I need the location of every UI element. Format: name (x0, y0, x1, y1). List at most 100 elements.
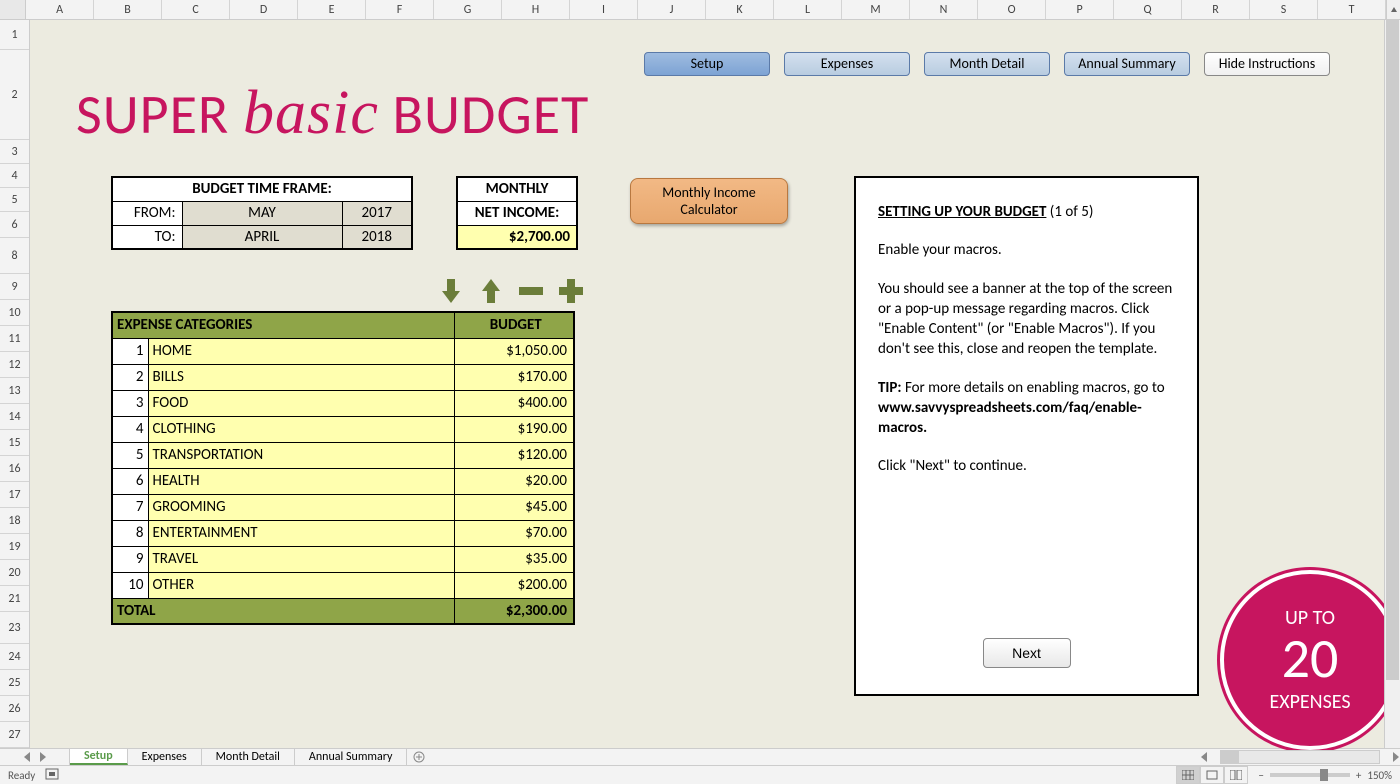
sheet-tab-expenses[interactable]: Expenses (128, 749, 202, 765)
row-header-13[interactable]: 13 (0, 378, 29, 404)
move-down-icon[interactable] (438, 278, 464, 304)
column-header-D[interactable]: D (230, 0, 298, 19)
row-header-1[interactable]: 1 (0, 20, 29, 50)
scroll-up-arrow[interactable] (1386, 0, 1400, 19)
row-header-3[interactable]: 3 (0, 140, 29, 164)
row-header-18[interactable]: 18 (0, 508, 29, 534)
sheet-tab-annual-summary[interactable]: Annual Summary (295, 749, 407, 765)
row-header-23[interactable]: 23 (0, 612, 29, 644)
row-header-15[interactable]: 15 (0, 430, 29, 456)
horizontal-scrollbar[interactable] (1200, 749, 1400, 765)
column-header-K[interactable]: K (706, 0, 774, 19)
row-header-26[interactable]: 26 (0, 696, 29, 722)
column-header-C[interactable]: C (162, 0, 230, 19)
zoom-slider[interactable] (1270, 773, 1350, 777)
column-header-E[interactable]: E (298, 0, 366, 19)
zoom-out-icon[interactable]: − (1258, 769, 1263, 782)
row-header-4[interactable]: 4 (0, 164, 29, 188)
expenses-nav-button[interactable]: Expenses (784, 52, 910, 76)
column-header-N[interactable]: N (910, 0, 978, 19)
column-header-J[interactable]: J (638, 0, 706, 19)
move-up-icon[interactable] (478, 278, 504, 304)
row-header-25[interactable]: 25 (0, 670, 29, 696)
expense-category-cell[interactable]: ENTERTAINMENT (148, 520, 454, 546)
row-header-24[interactable]: 24 (0, 644, 29, 670)
normal-view-icon[interactable] (1176, 766, 1200, 784)
sheet-tab-setup[interactable]: Setup (70, 749, 128, 765)
row-header-9[interactable]: 9 (0, 274, 29, 300)
column-header-I[interactable]: I (570, 0, 638, 19)
to-month-cell[interactable]: APRIL (182, 225, 342, 249)
column-header-R[interactable]: R (1182, 0, 1250, 19)
hide-instructions-button[interactable]: Hide Instructions (1204, 52, 1330, 76)
next-button[interactable]: Next (983, 638, 1071, 668)
row-header-14[interactable]: 14 (0, 404, 29, 430)
expense-amount-cell[interactable]: $35.00 (454, 546, 574, 572)
row-header-20[interactable]: 20 (0, 560, 29, 586)
expense-category-cell[interactable]: BILLS (148, 364, 454, 390)
column-header-T[interactable]: T (1318, 0, 1386, 19)
add-row-icon[interactable] (558, 278, 584, 304)
row-header-12[interactable]: 12 (0, 352, 29, 378)
to-year-cell[interactable]: 2018 (342, 225, 412, 249)
row-header-19[interactable]: 19 (0, 534, 29, 560)
add-sheet-button[interactable] (407, 749, 431, 765)
column-header-P[interactable]: P (1046, 0, 1114, 19)
expense-category-cell[interactable]: HOME (148, 338, 454, 364)
expense-category-cell[interactable]: HEALTH (148, 468, 454, 494)
column-header-H[interactable]: H (502, 0, 570, 19)
expense-amount-cell[interactable]: $190.00 (454, 416, 574, 442)
tab-next-icon[interactable] (39, 752, 47, 762)
row-header-21[interactable]: 21 (0, 586, 29, 612)
row-header-8[interactable]: 8 (0, 238, 29, 274)
expense-category-cell[interactable]: CLOTHING (148, 416, 454, 442)
expense-amount-cell[interactable]: $1,050.00 (454, 338, 574, 364)
expense-category-cell[interactable]: OTHER (148, 572, 454, 598)
row-header-11[interactable]: 11 (0, 326, 29, 352)
net-income-amount[interactable]: $2,700.00 (457, 225, 577, 249)
expense-amount-cell[interactable]: $20.00 (454, 468, 574, 494)
column-header-M[interactable]: M (842, 0, 910, 19)
column-header-Q[interactable]: Q (1114, 0, 1182, 19)
expense-amount-cell[interactable]: $70.00 (454, 520, 574, 546)
row-header-2[interactable]: 2 (0, 50, 29, 140)
row-header-10[interactable]: 10 (0, 300, 29, 326)
annual-summary-nav-button[interactable]: Annual Summary (1064, 52, 1190, 76)
from-year-cell[interactable]: 2017 (342, 201, 412, 225)
column-header-L[interactable]: L (774, 0, 842, 19)
column-header-F[interactable]: F (366, 0, 434, 19)
row-header-5[interactable]: 5 (0, 188, 29, 212)
setup-nav-button[interactable]: Setup (644, 52, 770, 76)
column-header-G[interactable]: G (434, 0, 502, 19)
row-header-6[interactable]: 6 (0, 212, 29, 238)
row-header-16[interactable]: 16 (0, 456, 29, 482)
macro-record-icon[interactable] (45, 767, 59, 784)
column-header-O[interactable]: O (978, 0, 1046, 19)
expense-amount-cell[interactable]: $400.00 (454, 390, 574, 416)
expense-category-cell[interactable]: FOOD (148, 390, 454, 416)
remove-row-icon[interactable] (518, 278, 544, 304)
sheet-tab-month-detail[interactable]: Month Detail (202, 749, 295, 765)
select-all-corner[interactable] (0, 0, 26, 19)
column-header-B[interactable]: B (94, 0, 162, 19)
zoom-level[interactable]: 150% (1367, 769, 1392, 782)
expense-category-cell[interactable]: TRAVEL (148, 546, 454, 572)
zoom-in-icon[interactable]: + (1356, 769, 1361, 782)
row-header-17[interactable]: 17 (0, 482, 29, 508)
page-break-view-icon[interactable] (1224, 766, 1248, 784)
vertical-scrollbar[interactable] (1384, 20, 1400, 748)
column-header-A[interactable]: A (26, 0, 94, 19)
page-layout-view-icon[interactable] (1200, 766, 1224, 784)
expense-amount-cell[interactable]: $200.00 (454, 572, 574, 598)
expense-category-cell[interactable]: TRANSPORTATION (148, 442, 454, 468)
row-header-27[interactable]: 27 (0, 722, 29, 748)
expense-amount-cell[interactable]: $45.00 (454, 494, 574, 520)
expense-amount-cell[interactable]: $170.00 (454, 364, 574, 390)
monthly-income-calculator-button[interactable]: Monthly IncomeCalculator (630, 178, 788, 224)
worksheet-area[interactable]: Setup Expenses Month Detail Annual Summa… (30, 20, 1384, 748)
month-detail-nav-button[interactable]: Month Detail (924, 52, 1050, 76)
expense-category-cell[interactable]: GROOMING (148, 494, 454, 520)
expense-amount-cell[interactable]: $120.00 (454, 442, 574, 468)
column-header-S[interactable]: S (1250, 0, 1318, 19)
from-month-cell[interactable]: MAY (182, 201, 342, 225)
